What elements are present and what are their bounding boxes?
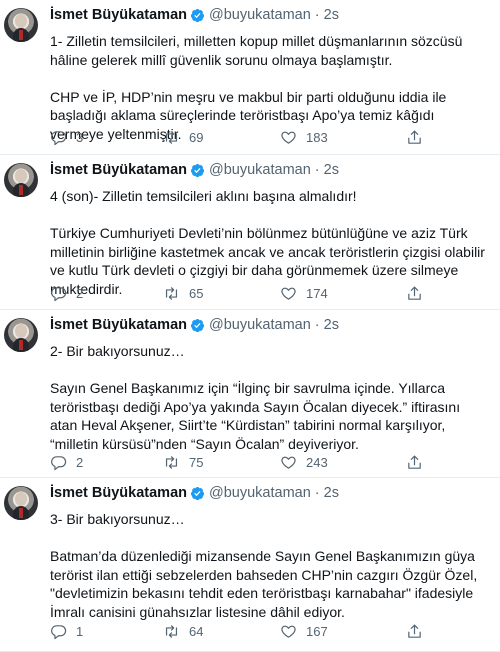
like-button[interactable]: 243 (280, 454, 328, 471)
tweet-paragraph: 1- Zilletin temsilcileri, milletten kopu… (50, 33, 463, 68)
retweet-count: 64 (189, 623, 204, 639)
separator-dot: · (314, 485, 320, 501)
share-button[interactable] (406, 454, 423, 471)
tweet-text: 3- Bir bakıyorsunuz… Batman’da düzenledi… (50, 510, 490, 621)
share-button[interactable] (406, 129, 423, 146)
tweet-actions: 2 65 174 (50, 284, 480, 302)
retweet-icon (165, 455, 178, 469)
author-handle[interactable]: @buyukataman (209, 6, 311, 24)
like-button[interactable]: 174 (280, 285, 328, 302)
reply-button[interactable]: 1 (50, 623, 83, 640)
tweet-feed: İsmet Büyükataman @buyukataman · 2s 1- Z… (0, 0, 500, 652)
retweet-icon (165, 624, 178, 638)
retweet-button[interactable]: 65 (163, 285, 203, 302)
share-icon (408, 286, 421, 300)
avatar[interactable] (4, 163, 38, 197)
retweet-button[interactable]: 69 (163, 129, 203, 146)
heart-icon (281, 625, 296, 638)
author-name[interactable]: İsmet Büyükataman (50, 316, 187, 334)
retweet-icon (165, 286, 178, 300)
like-button[interactable]: 167 (280, 623, 328, 640)
timestamp[interactable]: 2s (324, 6, 339, 24)
tweet-paragraph: 2- Bir bakıyorsunuz… (50, 343, 185, 359)
tweet-actions: 2 75 243 (50, 453, 480, 471)
verified-badge-icon (190, 8, 205, 22)
tweet-header: İsmet Büyükataman @buyukataman · 2s (50, 6, 339, 24)
avatar[interactable] (4, 318, 38, 352)
reply-icon (51, 286, 67, 301)
retweet-count: 75 (189, 454, 204, 470)
retweet-button[interactable]: 75 (163, 454, 203, 471)
avatar[interactable] (4, 486, 38, 520)
author-handle[interactable]: @buyukataman (209, 161, 311, 179)
author-handle[interactable]: @buyukataman (209, 316, 311, 334)
like-count: 183 (306, 129, 328, 145)
share-button[interactable] (406, 623, 423, 640)
reply-count: 2 (76, 285, 84, 301)
heart-icon (281, 287, 296, 300)
separator-dot: · (314, 317, 320, 333)
share-icon (408, 624, 421, 638)
tweet-paragraph: Batman’da düzenlediği mizansende Sayın G… (50, 548, 478, 620)
separator-dot: · (314, 7, 320, 23)
author-name[interactable]: İsmet Büyükataman (50, 161, 187, 179)
author-handle[interactable]: @buyukataman (209, 484, 311, 502)
separator-dot: · (314, 162, 320, 178)
heart-icon (281, 456, 296, 469)
reply-icon (51, 455, 67, 470)
like-count: 174 (306, 285, 328, 301)
share-icon (408, 455, 421, 469)
tweet-paragraph: 4 (son)- Zilletin temsilcileri aklını ba… (50, 188, 357, 204)
verified-badge-icon (190, 163, 205, 177)
tweet[interactable]: İsmet Büyükataman @buyukataman · 2s 1- Z… (0, 0, 500, 155)
tweet-paragraph: 3- Bir bakıyorsunuz… (50, 511, 185, 527)
timestamp[interactable]: 2s (324, 316, 339, 334)
tweet-paragraph: Sayın Genel Başkanımız için “İlginç bir … (50, 380, 461, 452)
reply-icon (51, 130, 67, 145)
retweet-icon (165, 130, 178, 144)
author-name[interactable]: İsmet Büyükataman (50, 484, 187, 502)
reply-button[interactable]: 2 (50, 285, 83, 302)
reply-button[interactable]: 2 (50, 454, 83, 471)
reply-count: 3 (76, 129, 84, 145)
avatar[interactable] (4, 8, 38, 42)
tweet-actions: 3 69 183 (50, 128, 480, 146)
share-icon (408, 130, 421, 144)
tweet-text: 4 (son)- Zilletin temsilcileri aklını ba… (50, 187, 490, 298)
tweet-text: 2- Bir bakıyorsunuz… Sayın Genel Başkanı… (50, 342, 490, 453)
like-count: 167 (306, 623, 328, 639)
reply-count: 2 (76, 454, 84, 470)
retweet-count: 69 (189, 129, 204, 145)
tweet-header: İsmet Büyükataman @buyukataman · 2s (50, 484, 339, 502)
tweet-actions: 1 64 167 (50, 622, 480, 640)
reply-count: 1 (76, 623, 84, 639)
verified-badge-icon (190, 486, 205, 500)
reply-icon (51, 624, 67, 639)
tweet[interactable]: İsmet Büyükataman @buyukataman · 2s 4 (s… (0, 155, 500, 310)
tweet-text: 1- Zilletin temsilcileri, milletten kopu… (50, 32, 490, 143)
timestamp[interactable]: 2s (324, 484, 339, 502)
tweet[interactable]: İsmet Büyükataman @buyukataman · 2s 2- B… (0, 310, 500, 478)
like-button[interactable]: 183 (280, 129, 328, 146)
tweet[interactable]: İsmet Büyükataman @buyukataman · 2s 3- B… (0, 478, 500, 652)
share-button[interactable] (406, 285, 423, 302)
timestamp[interactable]: 2s (324, 161, 339, 179)
verified-badge-icon (190, 318, 205, 332)
retweet-count: 65 (189, 285, 204, 301)
like-count: 243 (306, 454, 328, 470)
retweet-button[interactable]: 64 (163, 623, 203, 640)
tweet-header: İsmet Büyükataman @buyukataman · 2s (50, 316, 339, 334)
heart-icon (281, 131, 296, 144)
author-name[interactable]: İsmet Büyükataman (50, 6, 187, 24)
reply-button[interactable]: 3 (50, 129, 83, 146)
tweet-header: İsmet Büyükataman @buyukataman · 2s (50, 161, 339, 179)
